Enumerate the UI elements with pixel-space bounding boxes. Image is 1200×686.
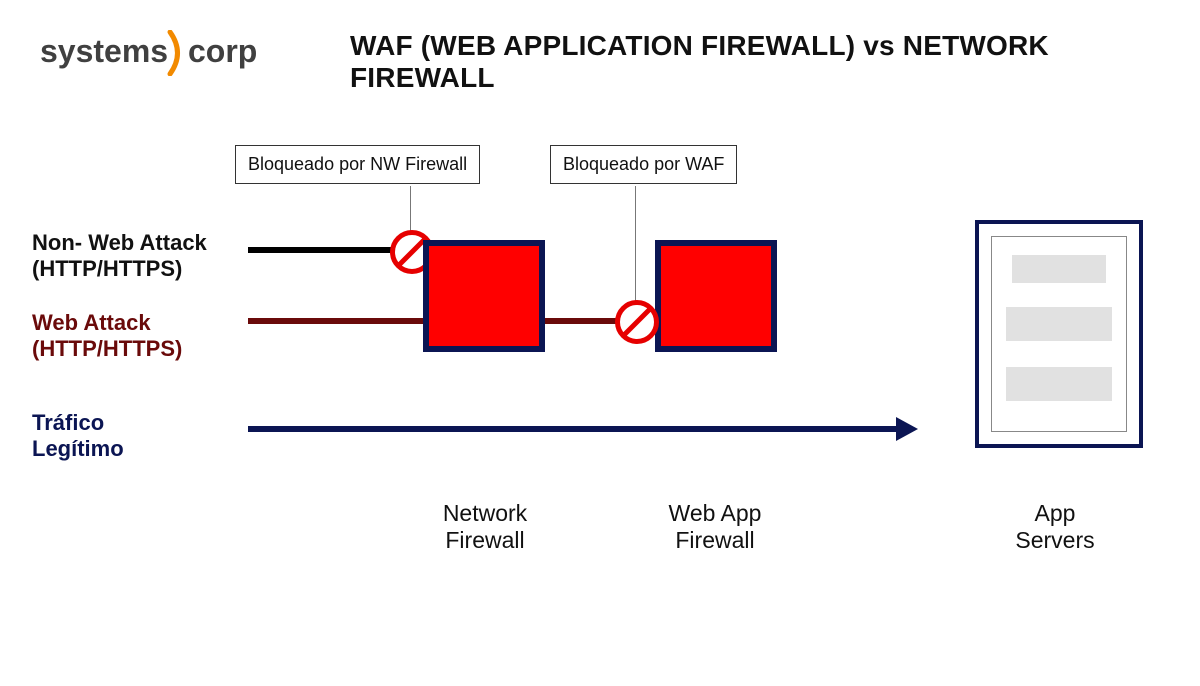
nw-firewall-node [423, 240, 545, 352]
app-servers-node [975, 220, 1143, 448]
brand-logo: systems corp [40, 30, 270, 76]
flow-legit-line [248, 426, 898, 432]
server-bar-icon [1012, 255, 1106, 283]
label-non-web-attack: Non- Web Attack (HTTP/HTTPS) [32, 230, 207, 283]
connector-nw [410, 186, 411, 234]
caption-nw-firewall: Network Firewall [420, 500, 550, 554]
server-bar-icon [1006, 367, 1112, 401]
label-legit-traffic: Tráfico Legítimo [32, 410, 124, 463]
waf-node [655, 240, 777, 352]
caption-app-servers: App Servers [1000, 500, 1110, 554]
logo-left-text: systems [40, 33, 168, 69]
connector-waf [635, 186, 636, 304]
logo-right-text: corp [188, 33, 257, 69]
arrow-head-icon [896, 417, 918, 441]
server-bar-icon [1006, 307, 1112, 341]
callout-nw-block: Bloqueado por NW Firewall [235, 145, 480, 184]
caption-waf: Web App Firewall [650, 500, 780, 554]
diagram-canvas: systems corp WAF (WEB APPLICATION FIREWA… [0, 0, 1200, 686]
server-inner [991, 236, 1127, 432]
label-web-attack: Web Attack (HTTP/HTTPS) [32, 310, 182, 363]
prohibit-icon [615, 300, 659, 344]
callout-waf-block: Bloqueado por WAF [550, 145, 737, 184]
diagram-title: WAF (WEB APPLICATION FIREWALL) vs NETWOR… [350, 30, 1200, 94]
logo-paren-icon [170, 32, 178, 74]
